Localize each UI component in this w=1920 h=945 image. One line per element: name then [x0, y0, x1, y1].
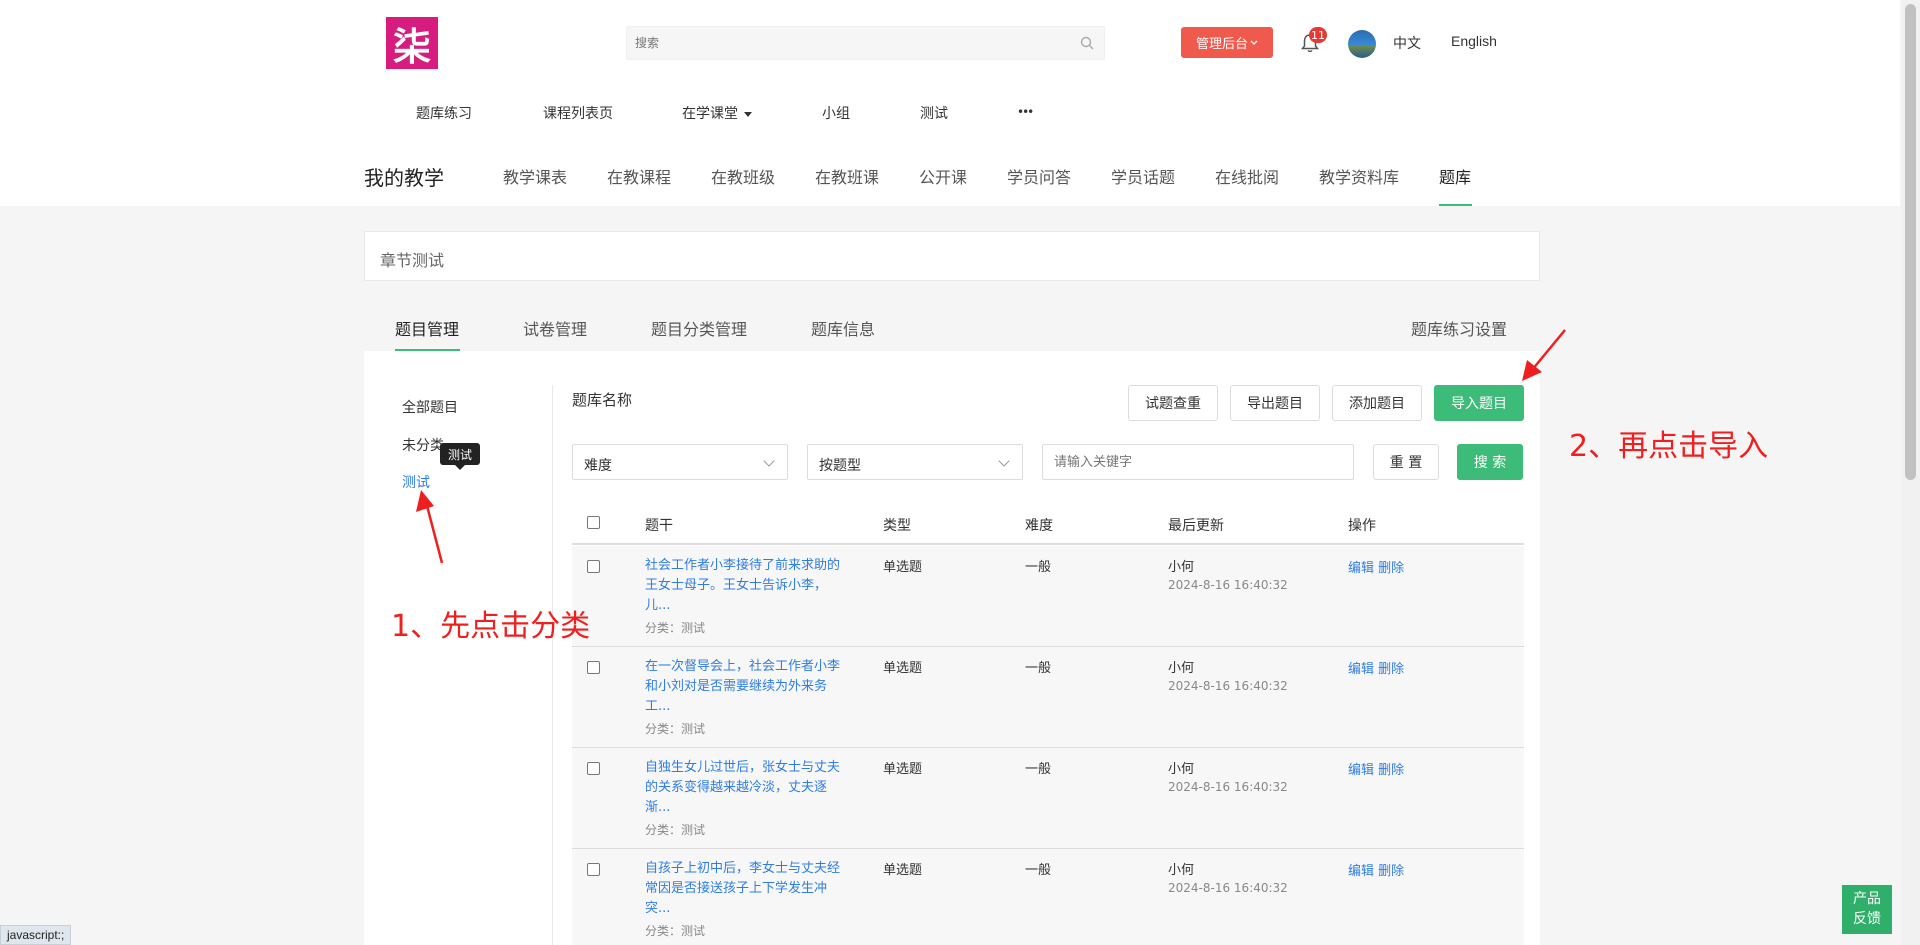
annotation-arrows — [416, 329, 1566, 564]
feedback-button[interactable]: 产品 反馈 — [1842, 885, 1892, 934]
feedback-line-2: 反馈 — [1853, 911, 1881, 927]
scrollbar-thumb[interactable] — [1905, 4, 1916, 480]
arrow-to-import — [1522, 329, 1566, 381]
browser-status-bar: javascript:; — [0, 925, 72, 945]
arrow-to-category — [416, 490, 444, 564]
annotation-step-2: 2、再点击导入 — [1569, 429, 1769, 464]
annotation-step-1: 1、先点击分类 — [391, 609, 591, 644]
feedback-line-1: 产品 — [1853, 891, 1881, 907]
